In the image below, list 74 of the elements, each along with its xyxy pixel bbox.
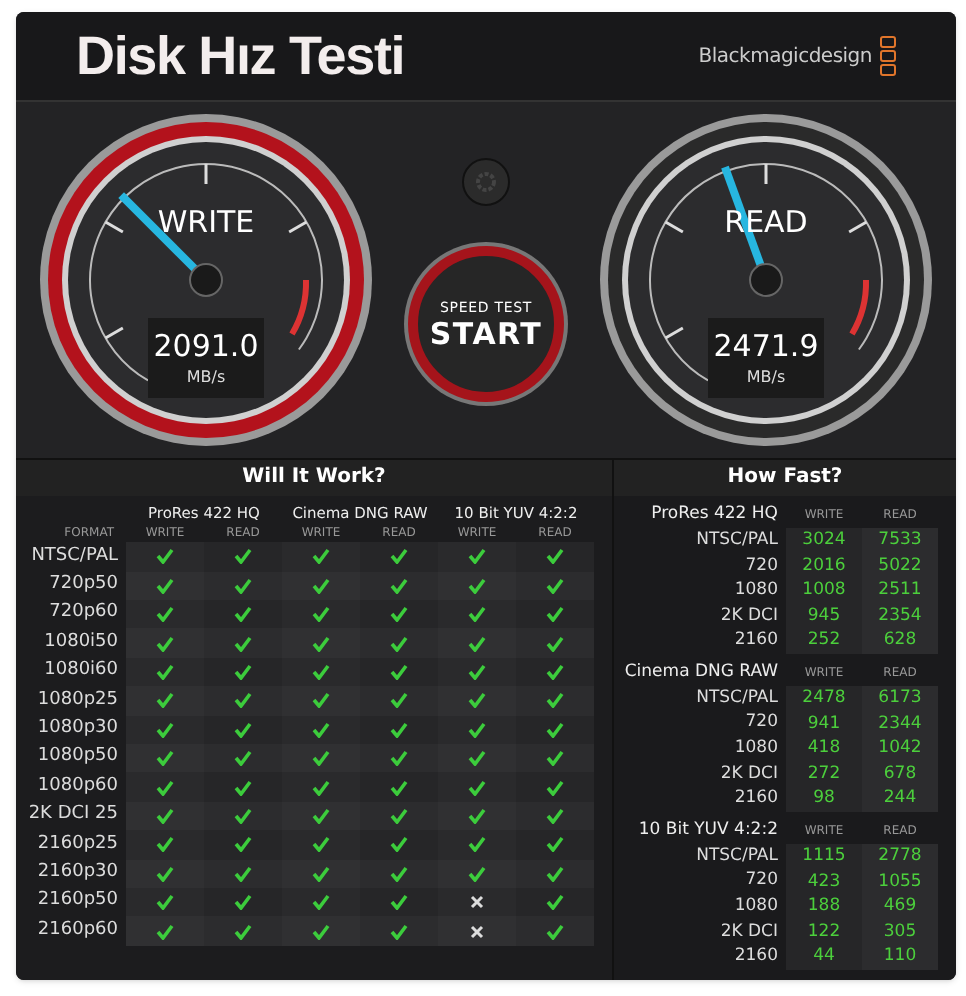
table-cell: 2478 [786, 685, 862, 712]
codec-heading: 10 Bit YUV 4:2:2 [636, 818, 780, 844]
table-cell: 110 [862, 944, 938, 970]
format-label: 1080p50 [35, 744, 120, 771]
format-label: NTSC/PAL [694, 685, 780, 712]
table-cell: 3024 [786, 528, 862, 554]
format-label: 2K DCI 25 [26, 802, 120, 829]
table-cell: 2354 [862, 603, 938, 629]
speed-unit: MB/s [186, 369, 226, 385]
table-cell: 2016 [786, 553, 862, 579]
section-title: How Fast? [614, 460, 956, 496]
gauge-label: WRITE [155, 202, 257, 244]
brand-name: Blackmagicdesign [698, 43, 872, 71]
format-label: 1080 [732, 578, 780, 604]
table-cell: 1042 [862, 736, 938, 762]
table-cell: 305 [862, 919, 938, 945]
table-cell: 6173 [862, 685, 938, 712]
format-label: 1080p30 [35, 716, 120, 743]
table-cell: 272 [786, 761, 862, 787]
table-cell: 945 [786, 603, 862, 629]
speed-value: 2091.0 [153, 331, 259, 361]
table-cell: 2511 [862, 578, 938, 604]
format-label: 2160p25 [35, 831, 120, 858]
table-cell: 188 [786, 894, 862, 920]
table-cell: 252 [786, 628, 862, 654]
table-cell: 98 [786, 786, 862, 812]
format-label: 1080i50 [42, 629, 120, 656]
format-label: 2K DCI [718, 603, 780, 629]
format-label: NTSC/PAL [29, 543, 120, 570]
speed-value: 2471.9 [713, 331, 819, 361]
table-cell: 244 [862, 786, 938, 812]
format-label: NTSC/PAL [694, 527, 780, 554]
codec-heading: Cinema DNG RAW [622, 660, 780, 686]
format-label: 720p50 [47, 572, 120, 599]
format-label: 720 [743, 553, 780, 579]
table-cell: 1055 [862, 869, 938, 895]
format-label: NTSC/PAL [694, 843, 780, 870]
format-label: 720p60 [47, 600, 120, 627]
format-label: 2160 [732, 628, 780, 655]
table-cell: 1008 [786, 578, 862, 604]
format-label: 720 [743, 710, 780, 737]
format-label: 2160 [732, 786, 780, 813]
format-label: 2160p50 [35, 888, 120, 915]
format-label: 2K DCI [718, 919, 780, 945]
table-cell: 941 [786, 711, 862, 737]
format-label: 2160p60 [35, 917, 120, 944]
format-label: 720 [743, 868, 780, 895]
table-cell: 469 [862, 894, 938, 920]
table-cell: 423 [786, 869, 862, 895]
format-label: 1080i60 [42, 658, 120, 685]
table-cell: 2344 [862, 711, 938, 737]
table-cell: 628 [862, 628, 938, 654]
format-label: 1080 [732, 736, 780, 762]
window-title: Disk Hız Testi [76, 23, 405, 90]
section-title: Will It Work? [16, 460, 612, 496]
format-label: 2160 [732, 944, 780, 970]
table-cell: 418 [786, 736, 862, 762]
table-cell: 5022 [862, 553, 938, 579]
table-cell: 44 [786, 944, 862, 970]
format-label: 1080p25 [35, 687, 120, 714]
table-cell: 1115 [786, 843, 862, 870]
table-cell: 2778 [862, 843, 938, 870]
settings-button[interactable] [462, 158, 510, 206]
gear-icon [476, 172, 496, 192]
format-label: 1080 [732, 894, 780, 920]
table-cell: 122 [786, 919, 862, 945]
table-cell: 678 [862, 761, 938, 787]
table-cell: 7533 [862, 528, 938, 554]
logo-icon [880, 36, 896, 76]
format-label: 2160p30 [35, 859, 120, 886]
format-label: 2K DCI [718, 761, 780, 787]
format-label: 1080p60 [35, 773, 120, 800]
codec-heading: ProRes 422 HQ [649, 502, 780, 528]
speed-unit: MB/s [746, 369, 786, 385]
